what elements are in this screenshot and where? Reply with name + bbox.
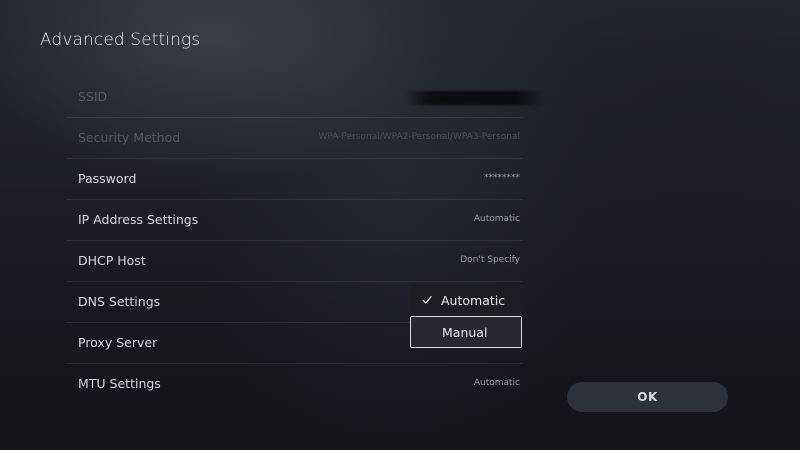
dns-option-manual[interactable]: Manual xyxy=(410,316,522,348)
setting-row-mtu[interactable]: MTU Settings Automatic xyxy=(66,364,523,405)
setting-label-ssid: SSID xyxy=(78,89,108,104)
setting-row-ip-address[interactable]: IP Address Settings Automatic xyxy=(66,200,523,241)
setting-label-ip-address: IP Address Settings xyxy=(78,212,199,227)
setting-label-dns: DNS Settings xyxy=(78,294,161,309)
page-title: Advanced Settings xyxy=(40,30,201,50)
setting-row-security-method: Security Method WPA-Personal/WPA2-Person… xyxy=(66,118,523,159)
setting-row-ssid: SSID xyxy=(66,77,545,118)
ssid-redaction xyxy=(405,91,545,105)
dns-option-manual-label: Manual xyxy=(442,325,488,340)
ok-button[interactable]: OK xyxy=(567,382,728,412)
setting-label-security-method: Security Method xyxy=(78,130,181,145)
setting-value-security-method: WPA-Personal/WPA2-Personal/WPA3-Personal xyxy=(318,132,520,142)
dns-option-automatic-label: Automatic xyxy=(441,293,506,308)
setting-label-dhcp-host: DHCP Host xyxy=(78,253,146,268)
check-icon xyxy=(422,296,432,304)
setting-row-dhcp-host[interactable]: DHCP Host Don't Specify xyxy=(66,241,523,282)
settings-list: SSID Security Method WPA-Personal/WPA2-P… xyxy=(66,77,545,405)
setting-value-mtu: Automatic xyxy=(473,378,520,388)
setting-label-password: Password xyxy=(78,171,137,186)
setting-label-mtu: MTU Settings xyxy=(78,376,161,391)
setting-row-password[interactable]: Password ******** xyxy=(66,159,523,200)
setting-label-proxy-server: Proxy Server xyxy=(78,335,158,350)
dns-dropdown: Automatic Manual xyxy=(410,285,522,349)
setting-value-dhcp-host: Don't Specify xyxy=(460,255,520,265)
setting-value-ip-address: Automatic xyxy=(473,214,520,224)
setting-value-password: ******** xyxy=(484,173,520,183)
dns-option-automatic[interactable]: Automatic xyxy=(410,285,522,317)
